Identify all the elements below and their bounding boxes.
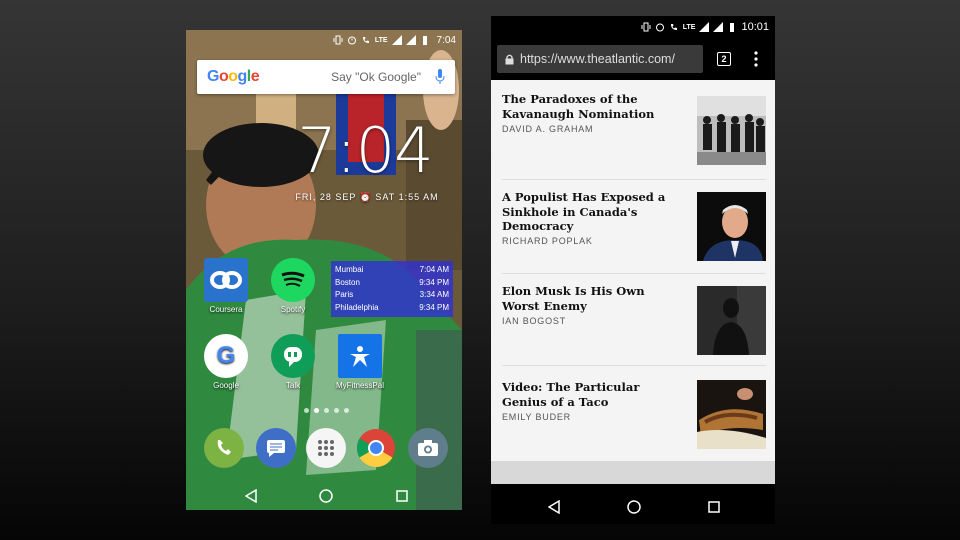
hd-call-icon	[670, 24, 677, 30]
browser-toolbar: https://www.theatlantic.com/ 2	[491, 38, 775, 80]
city-time: 7:04 AM	[419, 265, 449, 274]
clock-widget-date: FRI, 28 SEP ⏰ SAT 1:55 AM	[295, 192, 439, 202]
article-thumbnail[interactable]	[697, 96, 766, 165]
hangouts-icon	[271, 334, 315, 378]
coursera-icon	[204, 258, 248, 302]
home-screen-phone: LTE 7:04 Google Say "Ok Google" 7:04 FRI…	[186, 30, 462, 510]
google-search-bar[interactable]: Google Say "Ok Google"	[197, 60, 455, 94]
overflow-menu-icon[interactable]	[753, 51, 759, 67]
article-thumbnail[interactable]	[697, 380, 766, 449]
city-name: Boston	[335, 277, 360, 287]
app-drawer-icon[interactable]	[306, 428, 346, 468]
city-time: 9:34 PM	[419, 302, 449, 312]
status-bar: LTE 10:01	[491, 16, 775, 38]
article-item[interactable]: Video: The Particular Genius of a Taco E…	[502, 366, 766, 461]
nav-bar	[186, 480, 462, 510]
app-label: Spotify	[280, 305, 306, 314]
battery-icon	[422, 36, 427, 45]
article-thumbnail[interactable]	[697, 286, 766, 355]
article-item[interactable]: Elon Musk Is His Own Worst Enemy IAN BOG…	[502, 274, 766, 366]
status-time: 7:04	[436, 34, 456, 46]
world-clock-row: Philadelphia 9:34 PM	[335, 302, 449, 315]
world-clock-widget[interactable]: Mumbai 7:04 AM Boston 9:34 PM Paris 3:34 AM…	[331, 261, 453, 317]
article-author: IAN BOGOST	[502, 316, 567, 326]
url-field[interactable]: https://www.theatlantic.com/	[497, 45, 703, 73]
city-name: Paris	[335, 290, 354, 299]
back-button[interactable]	[543, 496, 565, 518]
back-button[interactable]	[241, 486, 261, 506]
battery-icon	[730, 23, 735, 32]
google-logo: Google	[207, 68, 260, 85]
page-indicator	[304, 408, 349, 413]
article-title[interactable]: Elon Musk Is His Own Worst Enemy	[502, 284, 680, 313]
article-title[interactable]: Video: The Particular Genius of a Taco	[502, 380, 680, 409]
page-dot-active	[314, 408, 319, 413]
network-type: LTE	[374, 36, 388, 44]
page-dot	[304, 408, 309, 413]
article-author: RICHARD POPLAK	[502, 236, 593, 246]
tab-switcher-button[interactable]: 2	[717, 52, 731, 66]
alarm-icon	[655, 23, 664, 32]
app-coursera[interactable]: Coursera	[196, 258, 256, 314]
app-label: MyFitnessPal	[335, 381, 384, 390]
page-dot	[324, 408, 329, 413]
footer-divider	[491, 461, 775, 484]
url-text: https://www.theatlantic.com/	[520, 52, 675, 66]
city-name: Philadelphia	[335, 302, 379, 312]
article-title[interactable]: A Populist Has Exposed a Sinkhole in Can…	[502, 190, 680, 234]
city-name: Mumbai	[335, 265, 364, 274]
article-title[interactable]: The Paradoxes of the Kavanaugh Nominatio…	[502, 92, 680, 121]
camera-icon[interactable]	[408, 428, 448, 468]
search-hint: Say "Ok Google"	[331, 70, 421, 84]
world-clock-row: Paris 3:34 AM	[335, 289, 449, 302]
app-label: Google	[213, 381, 239, 390]
mic-icon[interactable]	[435, 69, 445, 85]
browser-phone: LTE 10:01 https://www.theatlantic.com/ 2…	[491, 16, 775, 524]
signal-icon	[699, 22, 710, 32]
clock-widget-time[interactable]: 7:04	[290, 114, 440, 187]
recents-button[interactable]	[392, 486, 412, 506]
myfitnesspal-icon	[338, 334, 382, 378]
home-button[interactable]	[316, 486, 336, 506]
vibrate-icon	[641, 22, 651, 32]
app-talk[interactable]: Talk	[263, 334, 323, 390]
app-myfitnesspal[interactable]: MyFitnessPal	[330, 334, 390, 390]
status-bar: LTE 7:04	[186, 30, 462, 50]
article-thumbnail[interactable]	[697, 192, 766, 261]
status-time: 10:01	[741, 21, 769, 33]
app-label: Talk	[285, 381, 301, 390]
home-button[interactable]	[623, 496, 645, 518]
app-spotify[interactable]: Spotify	[263, 258, 323, 314]
world-clock-row: Mumbai 7:04 AM	[335, 264, 449, 277]
network-type: LTE	[682, 23, 696, 31]
phone-icon[interactable]	[204, 428, 244, 468]
app-label: Coursera	[209, 305, 243, 314]
app-google[interactable]: G Google	[196, 334, 256, 390]
city-time: 3:34 AM	[419, 290, 449, 299]
vibrate-icon	[333, 35, 343, 45]
signal-icon	[391, 35, 402, 45]
signal-icon-2	[713, 22, 724, 32]
world-clock-row: Boston 9:34 PM	[335, 277, 449, 290]
messages-icon[interactable]	[256, 428, 296, 468]
chrome-icon[interactable]	[356, 428, 396, 468]
lock-icon	[505, 54, 514, 64]
city-time: 9:34 PM	[419, 277, 449, 287]
spotify-icon	[271, 258, 315, 302]
alarm-icon	[347, 36, 356, 45]
page-dot	[334, 408, 339, 413]
article-item[interactable]: The Paradoxes of the Kavanaugh Nominatio…	[502, 92, 766, 180]
hd-call-icon	[362, 37, 369, 43]
page-dot	[344, 408, 349, 413]
signal-icon-2	[405, 35, 416, 45]
article-author: DAVID A. GRAHAM	[502, 124, 594, 134]
article-item[interactable]: A Populist Has Exposed a Sinkhole in Can…	[502, 180, 766, 274]
google-icon: G	[204, 334, 248, 378]
article-list: The Paradoxes of the Kavanaugh Nominatio…	[491, 80, 775, 484]
recents-button[interactable]	[703, 496, 725, 518]
nav-bar	[491, 488, 775, 524]
article-author: EMILY BUDER	[502, 412, 571, 422]
